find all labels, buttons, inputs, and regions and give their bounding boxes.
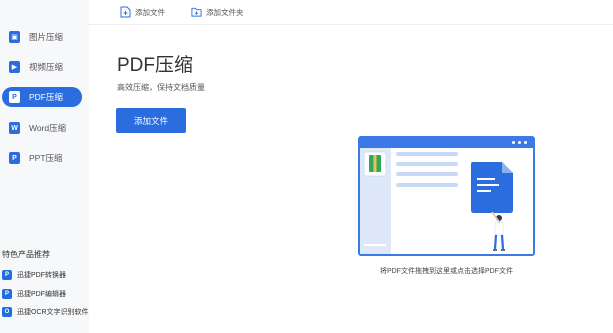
page-title: PDF压缩 <box>117 55 194 76</box>
pdf-converter-icon: P <box>2 270 12 280</box>
recommend-item-pdf-converter[interactable]: P 迅捷PDF转换器 <box>2 269 66 281</box>
sidebar-item-label: 图片压缩 <box>29 32 64 42</box>
pdf-editor-icon: P <box>2 289 12 299</box>
sidebar-item-ppt-compress[interactable]: P PPT压缩 <box>2 148 82 168</box>
pdf-icon: P <box>9 91 20 103</box>
recommend-item-label: 迅捷PDF转换器 <box>17 272 66 279</box>
drop-hint-text: 将PDF文件拖拽到这里或点击选择PDF文件 <box>380 268 513 275</box>
word-icon: W <box>9 122 20 134</box>
add-file-label: 添加文件 <box>135 7 165 17</box>
sidebar-item-video-compress[interactable]: ▶ 视频压缩 <box>2 57 82 77</box>
add-file-button[interactable]: 添加文件 <box>120 5 165 19</box>
video-icon: ▶ <box>9 61 20 73</box>
drop-zone[interactable] <box>358 136 535 256</box>
top-toolbar: 添加文件 添加文件夹 <box>89 0 613 25</box>
upload-illustration <box>363 151 513 251</box>
recommend-item-label: 迅捷PDF编辑器 <box>17 291 66 298</box>
page-subtitle: 高效压缩，保持文档质量 <box>117 83 205 92</box>
sidebar-item-label: PDF压缩 <box>29 92 64 102</box>
add-file-icon <box>120 6 131 18</box>
sidebar-item-image-compress[interactable]: ▣ 图片压缩 <box>2 27 82 47</box>
sidebar-item-label: Word压缩 <box>29 123 67 133</box>
sidebar-item-word-compress[interactable]: W Word压缩 <box>2 118 82 138</box>
sidebar-item-label: 视频压缩 <box>29 62 64 72</box>
recommend-item-ocr[interactable]: O 迅捷OCR文字识别软件 <box>2 306 89 318</box>
recommend-item-pdf-editor[interactable]: P 迅捷PDF编辑器 <box>2 288 66 300</box>
sidebar-item-label: PPT压缩 <box>29 153 63 163</box>
ppt-icon: P <box>9 152 20 164</box>
sidebar: ▣ 图片压缩 ▶ 视频压缩 P PDF压缩 W Word压缩 P PPT压缩 特… <box>0 0 89 333</box>
image-icon: ▣ <box>9 31 20 43</box>
add-folder-label: 添加文件夹 <box>206 7 244 17</box>
sidebar-item-pdf-compress[interactable]: P PDF压缩 <box>2 87 82 107</box>
add-file-main-button[interactable]: 添加文件 <box>116 108 186 133</box>
add-folder-icon <box>191 7 202 17</box>
recommend-item-label: 迅捷OCR文字识别软件 <box>17 309 89 316</box>
app-window: ▣ 图片压缩 ▶ 视频压缩 P PDF压缩 W Word压缩 P PPT压缩 特… <box>0 0 613 333</box>
recommend-title: 特色产品推荐 <box>2 250 50 259</box>
ocr-icon: O <box>2 307 12 317</box>
add-folder-button[interactable]: 添加文件夹 <box>191 5 244 19</box>
